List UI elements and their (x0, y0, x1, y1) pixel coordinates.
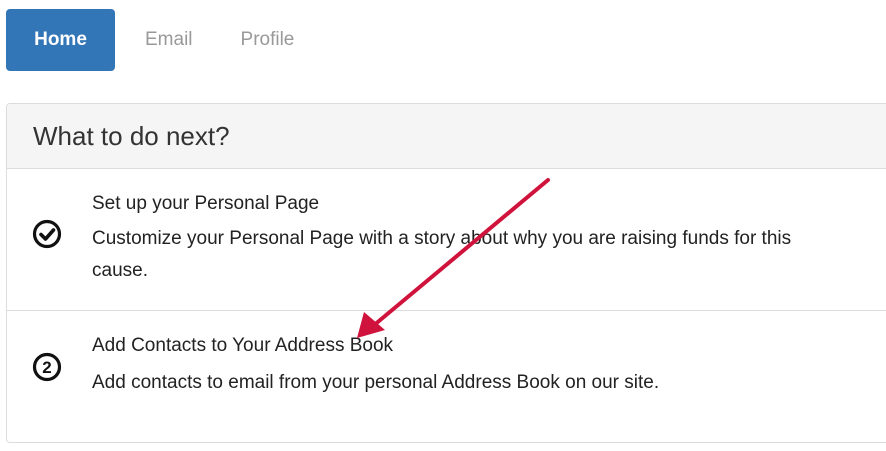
task-description: Add contacts to email from your personal… (92, 372, 660, 393)
task-item-address-book[interactable]: 2 Add Contacts to Your Address Book Add … (7, 311, 886, 451)
task-title: Add Contacts to Your Address Book (92, 335, 394, 356)
tab-home[interactable]: Home (6, 9, 115, 71)
next-steps-panel: What to do next? Set up your Personal Pa… (6, 103, 886, 443)
number-2-circle-icon: 2 (32, 352, 62, 382)
tab-email[interactable]: Email (145, 9, 193, 71)
step-number: 2 (42, 358, 51, 377)
check-circle-icon (32, 219, 62, 249)
tab-profile[interactable]: Profile (241, 9, 295, 71)
task-item-personal-page[interactable]: Set up your Personal Page Customize your… (7, 169, 886, 311)
task-description: Customize your Personal Page with a stor… (92, 228, 792, 281)
task-title: Set up your Personal Page (92, 193, 320, 214)
nav-tabs: Home Email Profile (6, 9, 294, 71)
panel-heading: What to do next? (7, 104, 886, 169)
